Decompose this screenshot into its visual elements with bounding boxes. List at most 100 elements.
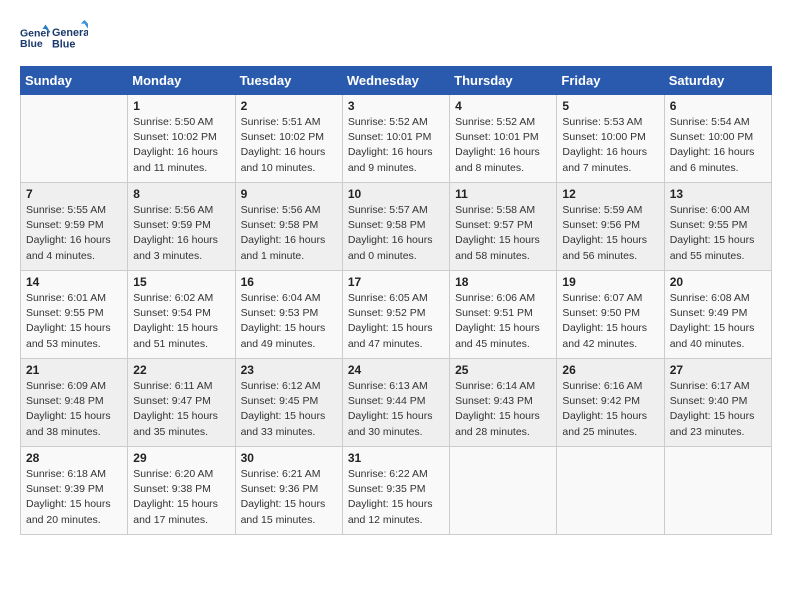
calendar-cell: 26Sunrise: 6:16 AM Sunset: 9:42 PM Dayli… <box>557 359 664 447</box>
day-number: 23 <box>241 363 337 377</box>
day-number: 24 <box>348 363 444 377</box>
calendar-cell: 20 Sunrise: 6:08 AM Sunset: 9:49 PM Dayli… <box>664 271 771 359</box>
page-header: General Blue General Blue <box>20 20 772 56</box>
day-number: 7 <box>26 187 122 201</box>
day-info: Sunrise: 6:12 AM Sunset: 9:45 PM Dayligh… <box>241 379 337 440</box>
calendar-cell: 23 Sunrise: 6:12 AM Sunset: 9:45 PM Dayli… <box>235 359 342 447</box>
day-number: 27 <box>670 363 766 377</box>
day-info: Sunrise: 6:16 AM Sunset: 9:42 PM Dayligh… <box>562 379 658 440</box>
day-info: Sunrise: 6:06 AM Sunset: 9:51 PM Dayligh… <box>455 291 551 352</box>
day-number: 1 <box>133 99 229 113</box>
day-info: Sunrise: 5:57 AM Sunset: 9:58 PM Dayligh… <box>348 203 444 264</box>
logo-bird-icon: General Blue <box>52 20 88 56</box>
calendar-cell: 16 Sunrise: 6:04 AM Sunset: 9:53 PM Dayli… <box>235 271 342 359</box>
calendar-cell: 1 Sunrise: 5:50 AM Sunset: 10:02 PM Dayli… <box>128 95 235 183</box>
day-info: Sunrise: 5:53 AM Sunset: 10:00 PM Daylig… <box>562 115 658 176</box>
calendar-cell: 22 Sunrise: 6:11 AM Sunset: 9:47 PM Dayli… <box>128 359 235 447</box>
day-info: Sunrise: 5:52 AM Sunset: 10:01 PM Daylig… <box>455 115 551 176</box>
calendar-cell: 27 Sunrise: 6:17 AM Sunset: 9:40 PM Dayli… <box>664 359 771 447</box>
day-info: Sunrise: 6:14 AM Sunset: 9:43 PM Dayligh… <box>455 379 551 440</box>
calendar-cell: 2 Sunrise: 5:51 AM Sunset: 10:02 PM Dayli… <box>235 95 342 183</box>
day-number: 28 <box>26 451 122 465</box>
day-info: Sunrise: 5:50 AM Sunset: 10:02 PM Daylig… <box>133 115 229 176</box>
calendar-cell: 12 Sunrise: 5:59 AM Sunset: 9:56 PM Dayli… <box>557 183 664 271</box>
day-info: Sunrise: 6:04 AM Sunset: 9:53 PM Dayligh… <box>241 291 337 352</box>
calendar-cell: 8 Sunrise: 5:56 AM Sunset: 9:59 PM Daylig… <box>128 183 235 271</box>
day-info: Sunrise: 6:09 AM Sunset: 9:48 PM Dayligh… <box>26 379 122 440</box>
day-number: 5 <box>562 99 658 113</box>
weekday-header-sunday: Sunday <box>21 67 128 95</box>
calendar-cell: 10 Sunrise: 5:57 AM Sunset: 9:58 PM Dayli… <box>342 183 449 271</box>
day-number: 13 <box>670 187 766 201</box>
logo: General Blue General Blue <box>20 20 88 56</box>
calendar-cell: 4 Sunrise: 5:52 AM Sunset: 10:01 PM Dayli… <box>450 95 557 183</box>
svg-text:General: General <box>52 27 88 39</box>
day-number: 3 <box>348 99 444 113</box>
weekday-header-row: SundayMondayTuesdayWednesdayThursdayFrid… <box>21 67 772 95</box>
day-number: 4 <box>455 99 551 113</box>
weekday-header-monday: Monday <box>128 67 235 95</box>
calendar-cell: 15 Sunrise: 6:02 AM Sunset: 9:54 PM Dayli… <box>128 271 235 359</box>
day-number: 29 <box>133 451 229 465</box>
day-number: 21 <box>26 363 122 377</box>
calendar-cell: 3 Sunrise: 5:52 AM Sunset: 10:01 PM Dayli… <box>342 95 449 183</box>
day-info: Sunrise: 6:22 AM Sunset: 9:35 PM Dayligh… <box>348 467 444 528</box>
calendar-cell: 5 Sunrise: 5:53 AM Sunset: 10:00 PM Dayli… <box>557 95 664 183</box>
day-info: Sunrise: 6:02 AM Sunset: 9:54 PM Dayligh… <box>133 291 229 352</box>
day-number: 10 <box>348 187 444 201</box>
day-info: Sunrise: 6:01 AM Sunset: 9:55 PM Dayligh… <box>26 291 122 352</box>
calendar-cell: 14Sunrise: 6:01 AM Sunset: 9:55 PM Dayli… <box>21 271 128 359</box>
weekday-header-friday: Friday <box>557 67 664 95</box>
day-number: 18 <box>455 275 551 289</box>
day-number: 15 <box>133 275 229 289</box>
weekday-header-wednesday: Wednesday <box>342 67 449 95</box>
day-info: Sunrise: 6:13 AM Sunset: 9:44 PM Dayligh… <box>348 379 444 440</box>
day-number: 9 <box>241 187 337 201</box>
day-info: Sunrise: 6:17 AM Sunset: 9:40 PM Dayligh… <box>670 379 766 440</box>
svg-text:Blue: Blue <box>20 38 43 50</box>
day-number: 30 <box>241 451 337 465</box>
day-info: Sunrise: 5:54 AM Sunset: 10:00 PM Daylig… <box>670 115 766 176</box>
day-info: Sunrise: 6:18 AM Sunset: 9:39 PM Dayligh… <box>26 467 122 528</box>
day-number: 20 <box>670 275 766 289</box>
calendar-week-2: 7Sunrise: 5:55 AM Sunset: 9:59 PM Daylig… <box>21 183 772 271</box>
day-number: 11 <box>455 187 551 201</box>
calendar-cell: 6 Sunrise: 5:54 AM Sunset: 10:00 PM Dayli… <box>664 95 771 183</box>
day-info: Sunrise: 5:51 AM Sunset: 10:02 PM Daylig… <box>241 115 337 176</box>
calendar-cell <box>557 447 664 535</box>
day-info: Sunrise: 5:56 AM Sunset: 9:59 PM Dayligh… <box>133 203 229 264</box>
day-number: 25 <box>455 363 551 377</box>
calendar-cell: 9Sunrise: 5:56 AM Sunset: 9:58 PM Daylig… <box>235 183 342 271</box>
calendar-cell: 29 Sunrise: 6:20 AM Sunset: 9:38 PM Dayli… <box>128 447 235 535</box>
day-number: 22 <box>133 363 229 377</box>
calendar-cell: 17Sunrise: 6:05 AM Sunset: 9:52 PM Dayli… <box>342 271 449 359</box>
day-info: Sunrise: 5:58 AM Sunset: 9:57 PM Dayligh… <box>455 203 551 264</box>
day-info: Sunrise: 6:11 AM Sunset: 9:47 PM Dayligh… <box>133 379 229 440</box>
day-info: Sunrise: 5:52 AM Sunset: 10:01 PM Daylig… <box>348 115 444 176</box>
calendar-cell <box>450 447 557 535</box>
calendar-week-1: 1 Sunrise: 5:50 AM Sunset: 10:02 PM Dayli… <box>21 95 772 183</box>
day-info: Sunrise: 6:21 AM Sunset: 9:36 PM Dayligh… <box>241 467 337 528</box>
day-info: Sunrise: 6:08 AM Sunset: 9:49 PM Dayligh… <box>670 291 766 352</box>
calendar-cell: 7Sunrise: 5:55 AM Sunset: 9:59 PM Daylig… <box>21 183 128 271</box>
day-number: 31 <box>348 451 444 465</box>
calendar-cell <box>664 447 771 535</box>
day-number: 12 <box>562 187 658 201</box>
day-info: Sunrise: 6:07 AM Sunset: 9:50 PM Dayligh… <box>562 291 658 352</box>
calendar-cell: 19Sunrise: 6:07 AM Sunset: 9:50 PM Dayli… <box>557 271 664 359</box>
day-number: 16 <box>241 275 337 289</box>
calendar-week-5: 28 Sunrise: 6:18 AM Sunset: 9:39 PM Dayli… <box>21 447 772 535</box>
calendar-cell <box>21 95 128 183</box>
weekday-header-thursday: Thursday <box>450 67 557 95</box>
calendar-cell: 30 Sunrise: 6:21 AM Sunset: 9:36 PM Dayli… <box>235 447 342 535</box>
day-number: 8 <box>133 187 229 201</box>
calendar-cell: 24 Sunrise: 6:13 AM Sunset: 9:44 PM Dayli… <box>342 359 449 447</box>
day-info: Sunrise: 5:59 AM Sunset: 9:56 PM Dayligh… <box>562 203 658 264</box>
day-info: Sunrise: 6:20 AM Sunset: 9:38 PM Dayligh… <box>133 467 229 528</box>
day-number: 6 <box>670 99 766 113</box>
calendar-cell: 18 Sunrise: 6:06 AM Sunset: 9:51 PM Dayli… <box>450 271 557 359</box>
day-number: 2 <box>241 99 337 113</box>
day-info: Sunrise: 6:05 AM Sunset: 9:52 PM Dayligh… <box>348 291 444 352</box>
svg-text:Blue: Blue <box>52 38 75 50</box>
calendar-cell: 28 Sunrise: 6:18 AM Sunset: 9:39 PM Dayli… <box>21 447 128 535</box>
